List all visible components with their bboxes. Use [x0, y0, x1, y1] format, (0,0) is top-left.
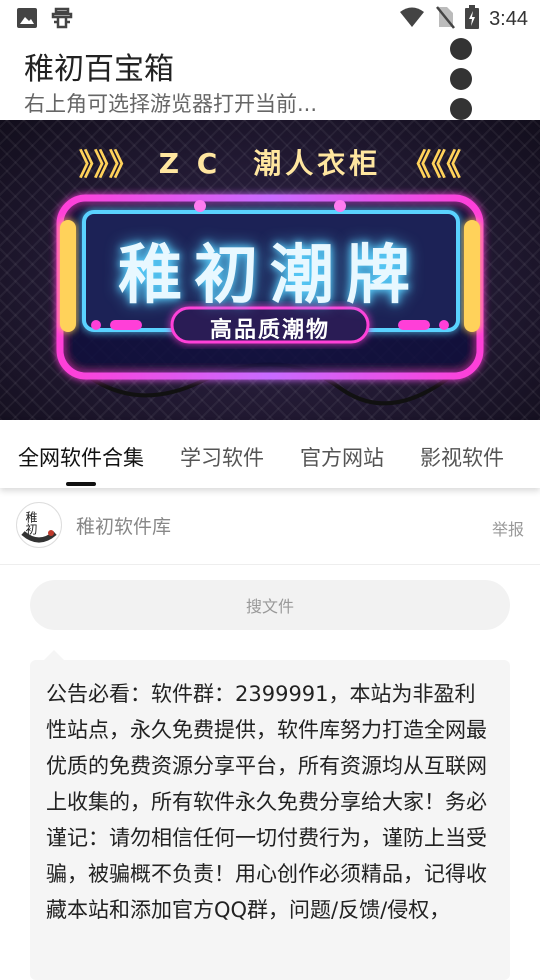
bug-icon	[50, 6, 74, 34]
report-link[interactable]: 举报	[492, 516, 524, 540]
author-name[interactable]: 稚初软件库	[76, 512, 171, 539]
tab-video-software[interactable]: 影视软件	[420, 442, 504, 472]
notice-caret	[44, 650, 64, 660]
status-time: 3:44	[489, 7, 528, 30]
tab-indicator	[66, 482, 96, 486]
dot-icon	[450, 38, 472, 60]
banner-chevrons-right: 《《《	[401, 148, 462, 183]
page-title: 稚初百宝箱	[24, 52, 174, 87]
avatar[interactable]: 稚初	[16, 502, 62, 548]
tab-study-software[interactable]: 学习软件	[180, 442, 264, 472]
author-row: 稚初 稚初软件库 举报	[0, 490, 540, 565]
banner-chevrons-left: 》》》	[78, 148, 139, 183]
page-subtitle: 右上角可选择游览器打开当前...	[24, 92, 318, 116]
avatar-text: 稚初	[24, 511, 38, 535]
wifi-icon	[399, 6, 425, 32]
more-options-button[interactable]	[448, 38, 474, 120]
dot-icon	[450, 68, 472, 90]
image-icon	[16, 7, 38, 33]
banner-sign-subtext: 高品质潮物	[209, 318, 330, 343]
category-tabs: 全网软件合集 学习软件 官方网站 影视软件	[0, 420, 540, 488]
banner-top-line: Z C 潮人衣柜	[158, 147, 382, 180]
notice-text: 公告必看：软件群：2399991，本站为非盈利性站点，永久免费提供，软件库努力打…	[46, 682, 487, 922]
battery-icon	[465, 5, 480, 33]
promo-banner[interactable]: 》》》 Z C 潮人衣柜 《《《 稚初潮牌 高品质潮物	[0, 120, 540, 420]
dot-icon	[450, 98, 472, 120]
notice-card: 公告必看：软件群：2399991，本站为非盈利性站点，永久免费提供，软件库努力打…	[30, 660, 510, 980]
no-sim-icon	[435, 5, 456, 33]
app-header: 稚初百宝箱 右上角可选择游览器打开当前...	[0, 36, 540, 120]
search-input[interactable]: 搜文件	[30, 580, 510, 630]
status-bar: 3:44	[0, 0, 540, 36]
tab-all-software[interactable]: 全网软件合集	[18, 442, 144, 472]
banner-sign-text: 稚初潮牌	[118, 239, 422, 313]
tab-official-sites[interactable]: 官方网站	[300, 442, 384, 472]
